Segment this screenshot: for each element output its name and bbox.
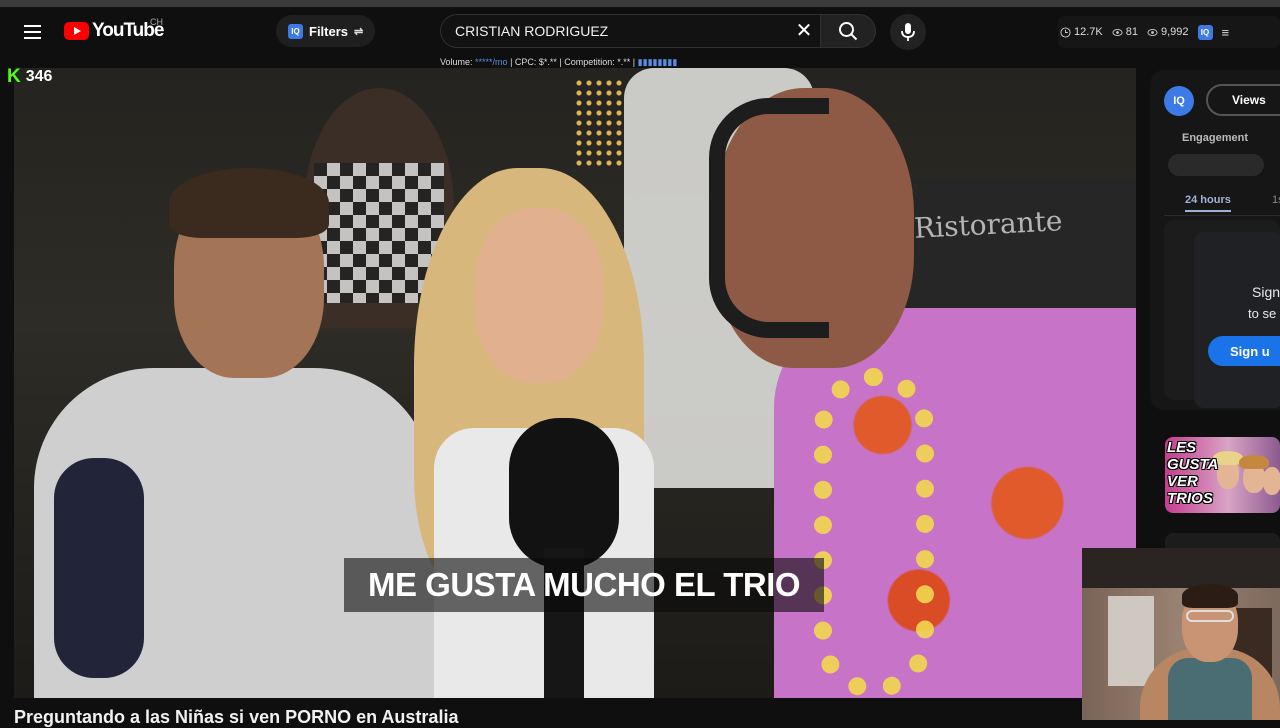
views-tab[interactable]: Views [1206, 84, 1280, 116]
thumbnail-caption-line: VER [1167, 473, 1198, 490]
voice-search-button[interactable] [890, 14, 926, 50]
menu-icon-bar [23, 37, 41, 39]
menu-icon-bar [23, 25, 41, 27]
signin-text-line2: to se [1248, 306, 1277, 321]
signup-button[interactable]: Sign u [1208, 336, 1280, 366]
cpc-competition: | CPC: $*.** | Competition: *.** | [510, 57, 636, 67]
thumbnail-caption-line: GUSTA [1167, 456, 1219, 473]
masthead: YouTube CH IQ Filters ⇌ ✕ 12.7K 81 9,992… [0, 7, 1280, 57]
watching-count: 81 [1125, 26, 1138, 38]
views-stat: 9,992 [1147, 26, 1189, 38]
blurred-metric [1168, 154, 1264, 176]
iq-extension-icon[interactable]: IQ [1197, 24, 1213, 40]
streamer-glasses [1186, 610, 1234, 622]
thumbnail-face [1263, 467, 1280, 495]
webcam-ceiling [1082, 548, 1280, 588]
volume-value: *****/mo [475, 57, 508, 67]
man-sleeve [54, 458, 144, 678]
video-subtitle: ME GUSTA MUCHO EL TRIO [344, 558, 825, 612]
thumbnail-caption: LES GUSTA VER TRIOS [1167, 439, 1218, 507]
kick-viewer-badge: K 346 [7, 66, 52, 88]
period-other-tab[interactable]: 1s [1272, 194, 1280, 206]
video-player[interactable]: Ristorante ME GUSTA MUCHO EL TRIO [14, 68, 1136, 698]
streamer-hair [1182, 584, 1238, 608]
clock-icon [1060, 26, 1071, 38]
video-title[interactable]: Preguntando a las Niñas si ven PORNO en … [14, 707, 458, 728]
browser-top-strip [0, 0, 1280, 7]
microphone [509, 418, 619, 568]
vidiq-logo-icon[interactable]: IQ [1164, 86, 1194, 116]
man-left [34, 148, 434, 698]
divider [1164, 215, 1280, 216]
search-input[interactable] [455, 15, 785, 47]
flower-lei [814, 368, 934, 698]
signin-prompt: Sign to se Sign u [1194, 232, 1280, 408]
engagement-label: Engagement [1182, 132, 1249, 144]
subscribers-count: 12.7K [1074, 26, 1103, 38]
streamer-webcam [1082, 548, 1280, 720]
volume-label: Volume: [440, 57, 473, 67]
filters-label: Filters [309, 23, 349, 39]
woman-face [474, 208, 604, 383]
recommended-video-thumbnail[interactable]: LES GUSTA VER TRIOS [1165, 437, 1280, 513]
views-count: 9,992 [1161, 26, 1189, 38]
trend-bars-icon: ▮▮▮▮▮▮▮▮ [637, 57, 678, 67]
search-box: ✕ [440, 14, 820, 48]
thumbnail-caption-line: TRIOS [1167, 490, 1213, 507]
sliders-icon: ⇌ [354, 25, 364, 38]
views-eye-icon [1147, 28, 1158, 36]
search-button[interactable] [820, 14, 876, 48]
thumbnail-hair [1239, 455, 1269, 469]
channel-stats: 12.7K 81 9,992 IQ ≡ [1060, 17, 1229, 47]
keyword-metrics-bar: Volume: *****/mo | CPC: $*.** | Competit… [440, 57, 677, 68]
string-lights [574, 78, 624, 168]
man-hair [169, 168, 329, 238]
watching-stat: 81 [1112, 26, 1138, 38]
country-code: CH [150, 17, 163, 27]
eye-icon [1112, 28, 1123, 36]
thumbnail-caption-line: LES [1167, 439, 1197, 456]
signin-text-line1: Sign [1252, 284, 1280, 300]
menu-button[interactable] [18, 19, 46, 45]
period-24h-tab[interactable]: 24 hours [1185, 194, 1231, 212]
subscribers-stat: 12.7K [1060, 26, 1103, 38]
kick-viewer-count: 346 [25, 68, 53, 85]
list-icon[interactable]: ≡ [1222, 25, 1230, 40]
menu-icon-bar [23, 31, 41, 33]
filters-button[interactable]: IQ Filters ⇌ [276, 15, 376, 47]
webcam-curtain [1108, 596, 1154, 686]
clear-search-icon[interactable]: ✕ [794, 21, 814, 41]
iq-icon: IQ [288, 23, 303, 39]
headphones [709, 98, 829, 338]
microphone-icon [901, 23, 915, 41]
streamer-tank-top [1168, 658, 1252, 720]
youtube-play-icon [64, 22, 89, 40]
search-icon [839, 22, 858, 41]
youtube-logo[interactable]: YouTube [64, 20, 164, 42]
kick-logo-icon: K [7, 66, 21, 87]
